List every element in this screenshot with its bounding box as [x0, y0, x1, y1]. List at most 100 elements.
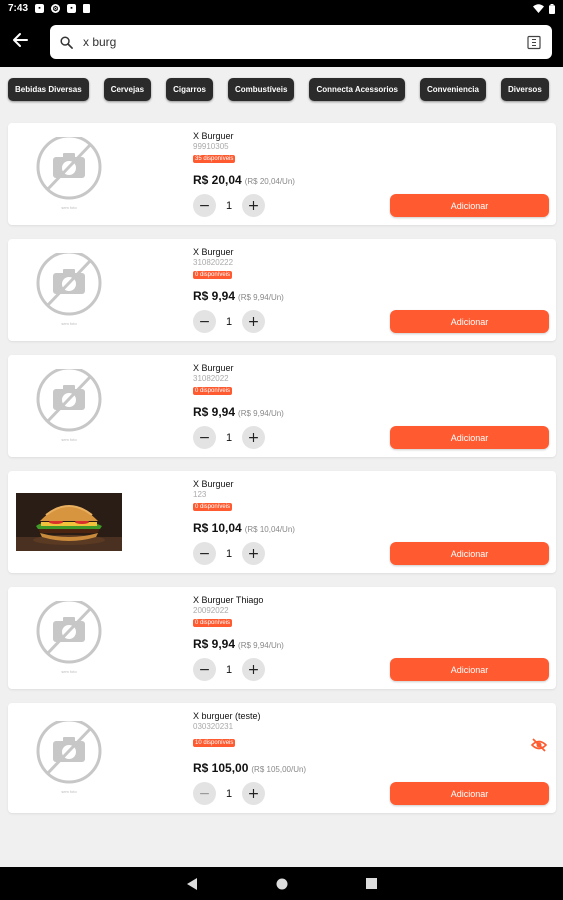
system-nav-bar — [0, 867, 563, 900]
decrease-quantity-button[interactable]: − — [193, 426, 216, 449]
chip-diversos[interactable]: Diversos — [500, 78, 549, 101]
svg-text:sem foto: sem foto — [61, 669, 77, 674]
doc-icon — [83, 4, 91, 13]
product-price: R$ 9,94 (R$ 9,94/Un) — [193, 405, 284, 419]
chip-bebidas-diversas[interactable]: Bebidas Diversas — [8, 78, 89, 101]
app-icon: ▪ — [67, 4, 77, 13]
product-price: R$ 105,00 (R$ 105,00/Un) — [193, 761, 306, 775]
product-image-placeholder: sem foto — [16, 703, 122, 813]
price-value: R$ 105,00 — [193, 761, 249, 775]
add-to-cart-button[interactable]: Adicionar — [390, 542, 549, 565]
product-code: 030320231 — [193, 722, 234, 731]
product-card[interactable]: X Burguer 123 0 disponíveis R$ 10,04 (R$ … — [8, 471, 556, 573]
product-name: X Burguer — [193, 479, 234, 489]
back-button[interactable] — [9, 29, 31, 51]
chip-combustiveis[interactable]: Combustíveis — [227, 78, 295, 101]
add-to-cart-button[interactable]: Adicionar — [390, 782, 549, 805]
add-to-cart-button[interactable]: Adicionar — [390, 426, 549, 449]
barcode-scan-button[interactable] — [526, 34, 542, 50]
plus-icon: + — [247, 545, 260, 562]
nav-recents-icon — [365, 878, 377, 889]
status-time: 7:43 — [8, 3, 29, 14]
unit-price: (R$ 9,94/Un) — [238, 641, 284, 650]
stock-badge: 10 disponíveis — [193, 739, 236, 747]
product-code: 99910305 — [193, 142, 229, 151]
price-value: R$ 9,94 — [193, 405, 236, 419]
nav-home-button[interactable] — [276, 878, 288, 890]
quantity-stepper: − 1 + — [193, 542, 265, 565]
decrease-quantity-button[interactable]: − — [193, 782, 216, 805]
svg-text:sem foto: sem foto — [61, 321, 77, 326]
minus-icon: − — [198, 661, 211, 678]
increase-quantity-button[interactable]: + — [242, 542, 265, 565]
notification-icon: ▪ — [35, 4, 45, 13]
product-name: X burguer (teste) — [193, 711, 261, 721]
increase-quantity-button[interactable]: + — [242, 658, 265, 681]
quantity-stepper: − 1 + — [193, 782, 265, 805]
quantity-stepper: − 1 + — [193, 194, 265, 217]
product-card[interactable]: sem foto X Burguer 99910305 35 disponíve… — [8, 123, 556, 225]
stock-badge: 0 disponíveis — [193, 271, 233, 279]
product-image-placeholder: sem foto — [16, 239, 122, 341]
quantity-stepper: − 1 + — [193, 426, 265, 449]
nav-recents-button[interactable] — [365, 878, 377, 889]
decrease-quantity-button[interactable]: − — [193, 658, 216, 681]
add-to-cart-button[interactable]: Adicionar — [390, 194, 549, 217]
stock-badge: 35 disponíveis — [193, 155, 236, 163]
stock-badge: 0 disponíveis — [193, 619, 233, 627]
increase-quantity-button[interactable]: + — [242, 194, 265, 217]
chip-cigarros[interactable]: Cigarros — [166, 78, 213, 101]
svg-text:sem foto: sem foto — [61, 789, 77, 794]
plus-icon: + — [247, 429, 260, 446]
eye-off-icon[interactable] — [531, 737, 547, 753]
quantity-value: 1 — [225, 315, 233, 328]
chip-cervejas[interactable]: Cervejas — [103, 78, 152, 101]
search-input[interactable] — [83, 35, 526, 49]
burger-photo — [16, 493, 122, 551]
search-icon — [60, 35, 73, 49]
chip-connecta-acessorios[interactable]: Connecta Acessorios — [309, 78, 405, 101]
no-image-icon: sem foto — [36, 721, 102, 794]
product-price: R$ 9,94 (R$ 9,94/Un) — [193, 637, 284, 651]
unit-price: (R$ 9,94/Un) — [238, 409, 284, 418]
price-value: R$ 20,04 — [193, 173, 242, 187]
no-image-icon: sem foto — [36, 601, 102, 674]
nav-back-button[interactable] — [186, 877, 198, 890]
add-to-cart-button[interactable]: Adicionar — [390, 310, 549, 333]
minus-icon: − — [198, 313, 211, 330]
decrease-quantity-button[interactable]: − — [193, 310, 216, 333]
product-card[interactable]: sem foto X burguer (teste) 030320231 10 … — [8, 703, 556, 813]
price-value: R$ 10,04 — [193, 521, 242, 535]
minus-icon: − — [198, 197, 211, 214]
stock-badge: 0 disponíveis — [193, 503, 233, 511]
plus-icon: + — [247, 313, 260, 330]
stock-badge: 0 disponíveis — [193, 387, 233, 395]
unit-price: (R$ 20,04/Un) — [244, 177, 295, 186]
minus-icon: − — [198, 429, 211, 446]
barcode-scan-icon — [527, 35, 541, 49]
quantity-value: 1 — [225, 431, 233, 444]
nav-back-icon — [186, 877, 197, 890]
product-image — [16, 471, 122, 573]
decrease-quantity-button[interactable]: − — [193, 194, 216, 217]
quantity-value: 1 — [225, 663, 233, 676]
search-box — [50, 25, 552, 59]
chip-conveniencia[interactable]: Conveniencia — [419, 78, 486, 101]
increase-quantity-button[interactable]: + — [242, 426, 265, 449]
product-name: X Burguer Thiago — [193, 595, 264, 605]
product-card[interactable]: sem foto X Burguer Thiago 20092022 0 dis… — [8, 587, 556, 689]
product-name: X Burguer — [193, 363, 234, 373]
arrow-left-icon — [13, 33, 28, 47]
product-image-placeholder: sem foto — [16, 123, 122, 225]
category-chips: Bebidas Diversas Cervejas Cigarros Combu… — [0, 67, 563, 112]
decrease-quantity-button[interactable]: − — [193, 542, 216, 565]
product-name: X Burguer — [193, 131, 234, 141]
no-image-icon: sem foto — [36, 137, 102, 210]
product-card[interactable]: sem foto X Burguer 31082022 0 disponívei… — [8, 355, 556, 457]
add-to-cart-button[interactable]: Adicionar — [390, 658, 549, 681]
increase-quantity-button[interactable]: + — [242, 310, 265, 333]
increase-quantity-button[interactable]: + — [242, 782, 265, 805]
product-code: 31082022 — [193, 374, 229, 383]
settings-icon: ⚙ — [51, 4, 61, 13]
product-card[interactable]: sem foto X Burguer 310820222 0 disponíve… — [8, 239, 556, 341]
